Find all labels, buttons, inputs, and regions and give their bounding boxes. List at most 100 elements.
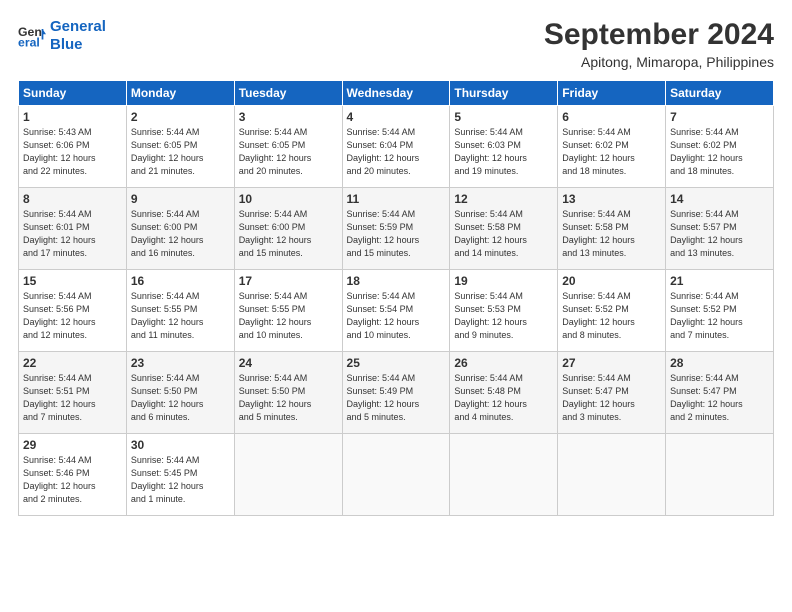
calendar-cell xyxy=(450,434,558,516)
day-content: Sunrise: 5:44 AM Sunset: 5:45 PM Dayligh… xyxy=(131,454,230,506)
header: Gen eral GeneralBlue September 2024 Apit… xyxy=(18,18,774,70)
calendar-cell: 29 Sunrise: 5:44 AM Sunset: 5:46 PM Dayli… xyxy=(19,434,127,516)
calendar-cell: 19 Sunrise: 5:44 AM Sunset: 5:53 PM Dayli… xyxy=(450,270,558,352)
calendar-cell: 18Sunrise: 5:44 AM Sunset: 5:54 PM Dayli… xyxy=(342,270,450,352)
calendar-cell: 8 Sunrise: 5:44 AM Sunset: 6:01 PM Daylig… xyxy=(19,188,127,270)
day-number: 3 xyxy=(239,110,338,124)
calendar-cell: 22 Sunrise: 5:44 AM Sunset: 5:51 PM Dayli… xyxy=(19,352,127,434)
calendar-cell: 11Sunrise: 5:44 AM Sunset: 5:59 PM Dayli… xyxy=(342,188,450,270)
day-number: 25 xyxy=(347,356,446,370)
calendar-cell: 13 Sunrise: 5:44 AM Sunset: 5:58 PM Dayli… xyxy=(558,188,666,270)
calendar-cell: 12 Sunrise: 5:44 AM Sunset: 5:58 PM Dayli… xyxy=(450,188,558,270)
day-content: Sunrise: 5:44 AM Sunset: 5:57 PM Dayligh… xyxy=(670,208,769,260)
day-number: 2 xyxy=(131,110,230,124)
col-header-tuesday: Tuesday xyxy=(234,81,342,106)
day-content: Sunrise: 5:44 AM Sunset: 6:00 PM Dayligh… xyxy=(239,208,338,260)
calendar-week-row: 22 Sunrise: 5:44 AM Sunset: 5:51 PM Dayli… xyxy=(19,352,774,434)
day-number: 5 xyxy=(454,110,553,124)
day-number: 15 xyxy=(23,274,122,288)
location-subtitle: Apitong, Mimaropa, Philippines xyxy=(544,54,774,70)
month-title: September 2024 xyxy=(544,18,774,52)
day-content: Sunrise: 5:44 AM Sunset: 6:04 PM Dayligh… xyxy=(347,126,446,178)
day-content: Sunrise: 5:44 AM Sunset: 6:02 PM Dayligh… xyxy=(562,126,661,178)
day-number: 22 xyxy=(23,356,122,370)
day-content: Sunrise: 5:44 AM Sunset: 5:47 PM Dayligh… xyxy=(562,372,661,424)
calendar-week-row: 8 Sunrise: 5:44 AM Sunset: 6:01 PM Daylig… xyxy=(19,188,774,270)
day-number: 10 xyxy=(239,192,338,206)
logo-icon: Gen eral xyxy=(18,22,46,50)
calendar-week-row: 1Sunrise: 5:43 AM Sunset: 6:06 PM Daylig… xyxy=(19,106,774,188)
calendar-cell: 7Sunrise: 5:44 AM Sunset: 6:02 PM Daylig… xyxy=(666,106,774,188)
logo-text: GeneralBlue xyxy=(50,18,106,54)
calendar-cell: 20 Sunrise: 5:44 AM Sunset: 5:52 PM Dayli… xyxy=(558,270,666,352)
day-content: Sunrise: 5:44 AM Sunset: 5:56 PM Dayligh… xyxy=(23,290,122,342)
day-content: Sunrise: 5:43 AM Sunset: 6:06 PM Dayligh… xyxy=(23,126,122,178)
day-number: 13 xyxy=(562,192,661,206)
calendar-cell: 30 Sunrise: 5:44 AM Sunset: 5:45 PM Dayli… xyxy=(126,434,234,516)
calendar-cell xyxy=(558,434,666,516)
calendar-header-row: SundayMondayTuesdayWednesdayThursdayFrid… xyxy=(19,81,774,106)
col-header-monday: Monday xyxy=(126,81,234,106)
day-content: Sunrise: 5:44 AM Sunset: 5:46 PM Dayligh… xyxy=(23,454,122,506)
day-content: Sunrise: 5:44 AM Sunset: 6:01 PM Dayligh… xyxy=(23,208,122,260)
calendar-cell: 25 Sunrise: 5:44 AM Sunset: 5:49 PM Dayli… xyxy=(342,352,450,434)
day-content: Sunrise: 5:44 AM Sunset: 6:05 PM Dayligh… xyxy=(239,126,338,178)
day-content: Sunrise: 5:44 AM Sunset: 5:55 PM Dayligh… xyxy=(239,290,338,342)
day-content: Sunrise: 5:44 AM Sunset: 5:58 PM Dayligh… xyxy=(454,208,553,260)
calendar-cell: 24Sunrise: 5:44 AM Sunset: 5:50 PM Dayli… xyxy=(234,352,342,434)
day-number: 20 xyxy=(562,274,661,288)
day-number: 21 xyxy=(670,274,769,288)
day-content: Sunrise: 5:44 AM Sunset: 6:02 PM Dayligh… xyxy=(670,126,769,178)
calendar-page: Gen eral GeneralBlue September 2024 Apit… xyxy=(0,0,792,612)
calendar-cell xyxy=(342,434,450,516)
calendar-cell: 4Sunrise: 5:44 AM Sunset: 6:04 PM Daylig… xyxy=(342,106,450,188)
calendar-cell xyxy=(234,434,342,516)
calendar-cell: 15 Sunrise: 5:44 AM Sunset: 5:56 PM Dayli… xyxy=(19,270,127,352)
day-content: Sunrise: 5:44 AM Sunset: 6:05 PM Dayligh… xyxy=(131,126,230,178)
calendar-cell: 14 Sunrise: 5:44 AM Sunset: 5:57 PM Dayli… xyxy=(666,188,774,270)
calendar-cell: 3 Sunrise: 5:44 AM Sunset: 6:05 PM Daylig… xyxy=(234,106,342,188)
calendar-cell: 9 Sunrise: 5:44 AM Sunset: 6:00 PM Daylig… xyxy=(126,188,234,270)
day-content: Sunrise: 5:44 AM Sunset: 5:49 PM Dayligh… xyxy=(347,372,446,424)
calendar-week-row: 15 Sunrise: 5:44 AM Sunset: 5:56 PM Dayli… xyxy=(19,270,774,352)
day-content: Sunrise: 5:44 AM Sunset: 5:52 PM Dayligh… xyxy=(562,290,661,342)
col-header-friday: Friday xyxy=(558,81,666,106)
day-content: Sunrise: 5:44 AM Sunset: 5:55 PM Dayligh… xyxy=(131,290,230,342)
day-number: 9 xyxy=(131,192,230,206)
col-header-thursday: Thursday xyxy=(450,81,558,106)
calendar-table: SundayMondayTuesdayWednesdayThursdayFrid… xyxy=(18,80,774,516)
day-content: Sunrise: 5:44 AM Sunset: 5:48 PM Dayligh… xyxy=(454,372,553,424)
day-number: 26 xyxy=(454,356,553,370)
day-content: Sunrise: 5:44 AM Sunset: 5:47 PM Dayligh… xyxy=(670,372,769,424)
day-content: Sunrise: 5:44 AM Sunset: 5:51 PM Dayligh… xyxy=(23,372,122,424)
day-number: 29 xyxy=(23,438,122,452)
day-number: 30 xyxy=(131,438,230,452)
calendar-cell xyxy=(666,434,774,516)
day-content: Sunrise: 5:44 AM Sunset: 5:50 PM Dayligh… xyxy=(131,372,230,424)
day-number: 28 xyxy=(670,356,769,370)
day-content: Sunrise: 5:44 AM Sunset: 5:53 PM Dayligh… xyxy=(454,290,553,342)
day-number: 23 xyxy=(131,356,230,370)
day-content: Sunrise: 5:44 AM Sunset: 6:00 PM Dayligh… xyxy=(131,208,230,260)
day-number: 14 xyxy=(670,192,769,206)
day-content: Sunrise: 5:44 AM Sunset: 5:52 PM Dayligh… xyxy=(670,290,769,342)
day-number: 17 xyxy=(239,274,338,288)
title-block: September 2024 Apitong, Mimaropa, Philip… xyxy=(544,18,774,70)
calendar-cell: 6 Sunrise: 5:44 AM Sunset: 6:02 PM Daylig… xyxy=(558,106,666,188)
col-header-sunday: Sunday xyxy=(19,81,127,106)
day-number: 19 xyxy=(454,274,553,288)
day-content: Sunrise: 5:44 AM Sunset: 5:58 PM Dayligh… xyxy=(562,208,661,260)
calendar-cell: 21 Sunrise: 5:44 AM Sunset: 5:52 PM Dayli… xyxy=(666,270,774,352)
day-number: 12 xyxy=(454,192,553,206)
day-content: Sunrise: 5:44 AM Sunset: 5:54 PM Dayligh… xyxy=(347,290,446,342)
calendar-cell: 28 Sunrise: 5:44 AM Sunset: 5:47 PM Dayli… xyxy=(666,352,774,434)
col-header-wednesday: Wednesday xyxy=(342,81,450,106)
day-number: 6 xyxy=(562,110,661,124)
calendar-week-row: 29 Sunrise: 5:44 AM Sunset: 5:46 PM Dayli… xyxy=(19,434,774,516)
day-number: 8 xyxy=(23,192,122,206)
day-number: 11 xyxy=(347,192,446,206)
logo: Gen eral GeneralBlue xyxy=(18,18,106,54)
calendar-cell: 5Sunrise: 5:44 AM Sunset: 6:03 PM Daylig… xyxy=(450,106,558,188)
day-number: 16 xyxy=(131,274,230,288)
col-header-saturday: Saturday xyxy=(666,81,774,106)
